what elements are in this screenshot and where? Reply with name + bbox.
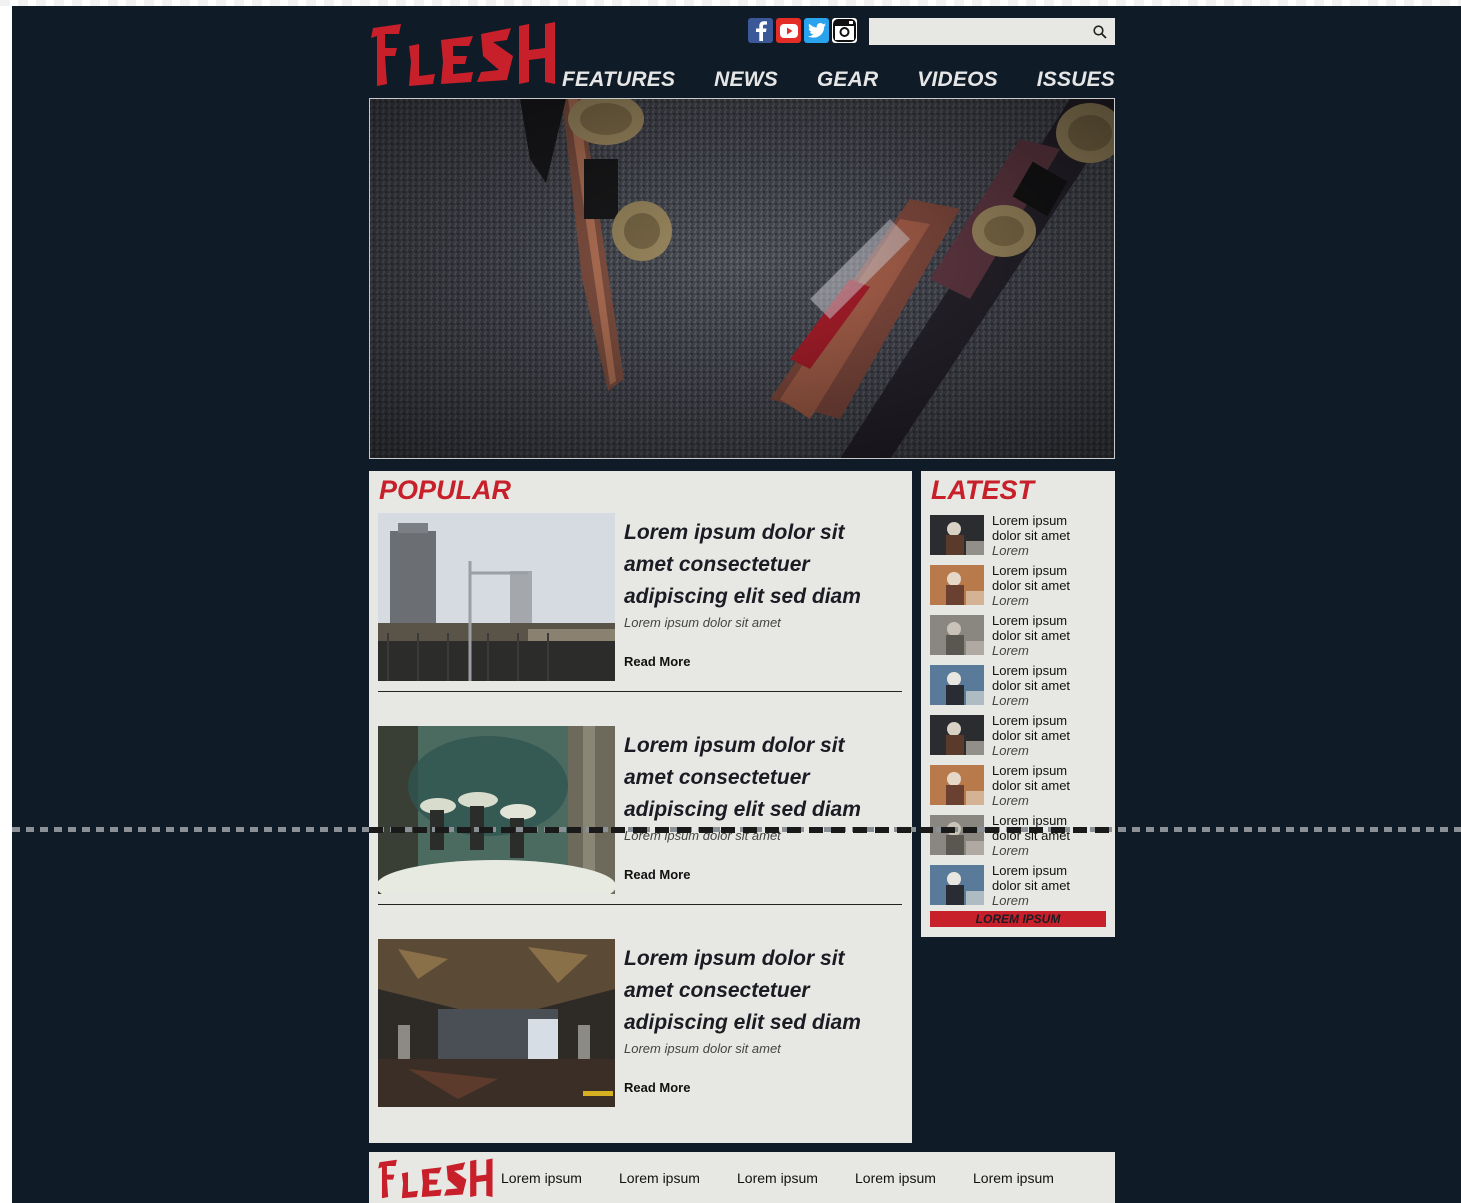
facebook-icon[interactable] [748, 18, 773, 43]
latest-item-title: Lorem ipsum [992, 513, 1068, 528]
footer-flesh-logo[interactable] [377, 1158, 495, 1200]
latest-item-meta: Lorem [992, 793, 1029, 808]
latest-thumbnail[interactable] [930, 515, 984, 555]
latest-thumbnail[interactable] [930, 615, 984, 655]
article-thumbnail[interactable] [378, 513, 615, 681]
popular-section: POPULAR Lorem ipsum dolor sit amet conse… [369, 471, 912, 1143]
latest-item-title-line2: dolor sit amet [992, 878, 1071, 893]
latest-item-title-line2: dolor sit amet [992, 528, 1071, 543]
latest-item-title: Lorem ipsum [992, 763, 1068, 778]
latest-item-text[interactable]: Lorem ipsum dolor sit amet Lorem [992, 563, 1070, 608]
latest-item-title-line2: dolor sit amet [992, 578, 1071, 593]
social-links [748, 18, 857, 43]
footer-link[interactable]: Lorem ipsum [619, 1170, 737, 1186]
latest-item[interactable]: Lorem ipsum dolor sit amet Lorem [930, 663, 1110, 709]
youtube-icon[interactable] [776, 18, 801, 43]
footer-link[interactable]: Lorem ipsum [737, 1170, 855, 1186]
latest-item-text[interactable]: Lorem ipsum dolor sit amet Lorem [992, 513, 1070, 558]
latest-item-title: Lorem ipsum [992, 713, 1068, 728]
footer-links: Lorem ipsum Lorem ipsum Lorem ipsum Lore… [501, 1170, 1091, 1186]
read-more-link[interactable]: Read More [624, 1080, 690, 1095]
latest-thumbnail[interactable] [930, 715, 984, 755]
latest-item-meta: Lorem [992, 643, 1029, 658]
latest-more-button[interactable]: LOREM IPSUM [930, 911, 1106, 927]
latest-thumbnail[interactable] [930, 815, 984, 855]
nav-issues[interactable]: ISSUES [1034, 68, 1115, 92]
search-icon[interactable] [1085, 18, 1115, 45]
article-subtitle: Lorem ipsum dolor sit amet [624, 1041, 781, 1056]
twitter-icon[interactable] [804, 18, 829, 43]
latest-item[interactable]: Lorem ipsum dolor sit amet Lorem [930, 613, 1110, 659]
article-headline[interactable]: Lorem ipsum dolor sit amet consectetuer … [624, 517, 894, 613]
latest-item-title: Lorem ipsum [992, 863, 1068, 878]
article-card[interactable]: Lorem ipsum dolor sit amet consectetuer … [378, 726, 902, 905]
footer-link[interactable]: Lorem ipsum [855, 1170, 973, 1186]
nav-videos[interactable]: VIDEOS [914, 68, 998, 92]
nav-features[interactable]: FEATURES [559, 68, 675, 92]
latest-item[interactable]: Lorem ipsum dolor sit amet Lorem [930, 513, 1110, 559]
article-thumbnail[interactable] [378, 939, 615, 1107]
latest-item-text[interactable]: Lorem ipsum dolor sit amet Lorem [992, 713, 1070, 758]
footer-link[interactable]: Lorem ipsum [501, 1170, 619, 1186]
latest-item-title: Lorem ipsum [992, 813, 1068, 828]
latest-item-text[interactable]: Lorem ipsum dolor sit amet Lorem [992, 613, 1070, 658]
instagram-icon[interactable] [832, 18, 857, 43]
popular-title: POPULAR [379, 475, 512, 505]
read-more-link[interactable]: Read More [624, 867, 690, 882]
nav-news[interactable]: NEWS [711, 68, 778, 92]
latest-item-text[interactable]: Lorem ipsum dolor sit amet Lorem [992, 663, 1070, 708]
article-subtitle: Lorem ipsum dolor sit amet [624, 615, 781, 630]
latest-item-title: Lorem ipsum [992, 613, 1068, 628]
latest-item-title-line2: dolor sit amet [992, 678, 1071, 693]
latest-item-meta: Lorem [992, 543, 1029, 558]
fold-guide-line-dark [369, 827, 1115, 833]
latest-item[interactable]: Lorem ipsum dolor sit amet Lorem [930, 563, 1110, 609]
latest-item-text[interactable]: Lorem ipsum dolor sit amet Lorem [992, 813, 1070, 858]
latest-item-meta: Lorem [992, 743, 1029, 758]
latest-item-meta: Lorem [992, 843, 1029, 858]
latest-item-title: Lorem ipsum [992, 663, 1068, 678]
footer-link[interactable]: Lorem ipsum [973, 1170, 1091, 1186]
flesh-logo[interactable] [369, 22, 559, 88]
latest-item[interactable]: Lorem ipsum dolor sit amet Lorem [930, 813, 1110, 859]
latest-item[interactable]: Lorem ipsum dolor sit amet Lorem [930, 863, 1110, 909]
latest-item-meta: Lorem [992, 893, 1029, 908]
article-thumbnail[interactable] [378, 726, 615, 894]
latest-thumbnail[interactable] [930, 665, 984, 705]
latest-title: LATEST [931, 475, 1034, 505]
search-input[interactable] [869, 18, 1085, 45]
search-box [869, 18, 1115, 45]
latest-sidebar: LATEST Lorem ipsum dolor sit amet Lorem Lor… [921, 471, 1115, 937]
latest-thumbnail[interactable] [930, 765, 984, 805]
latest-thumbnail[interactable] [930, 565, 984, 605]
latest-item-title: Lorem ipsum [992, 563, 1068, 578]
article-card[interactable]: Lorem ipsum dolor sit amet consectetuer … [378, 939, 902, 1118]
latest-item-text[interactable]: Lorem ipsum dolor sit amet Lorem [992, 763, 1070, 808]
latest-item-meta: Lorem [992, 593, 1029, 608]
hero-image[interactable] [369, 98, 1115, 459]
article-card[interactable]: Lorem ipsum dolor sit amet consectetuer … [378, 513, 902, 692]
latest-item-title-line2: dolor sit amet [992, 778, 1071, 793]
latest-item-text[interactable]: Lorem ipsum dolor sit amet Lorem [992, 863, 1070, 908]
read-more-link[interactable]: Read More [624, 654, 690, 669]
latest-thumbnail[interactable] [930, 865, 984, 905]
latest-item-title-line2: dolor sit amet [992, 628, 1071, 643]
latest-item-meta: Lorem [992, 693, 1029, 708]
latest-item[interactable]: Lorem ipsum dolor sit amet Lorem [930, 763, 1110, 809]
article-headline[interactable]: Lorem ipsum dolor sit amet consectetuer … [624, 943, 894, 1039]
nav-gear[interactable]: GEAR [814, 68, 878, 92]
footer: Lorem ipsum Lorem ipsum Lorem ipsum Lore… [369, 1152, 1115, 1203]
latest-item-title-line2: dolor sit amet [992, 728, 1071, 743]
article-headline[interactable]: Lorem ipsum dolor sit amet consectetuer … [624, 730, 894, 826]
main-nav: FEATURES NEWS GEAR VIDEOS ISSUES [559, 68, 1115, 92]
latest-item[interactable]: Lorem ipsum dolor sit amet Lorem [930, 713, 1110, 759]
